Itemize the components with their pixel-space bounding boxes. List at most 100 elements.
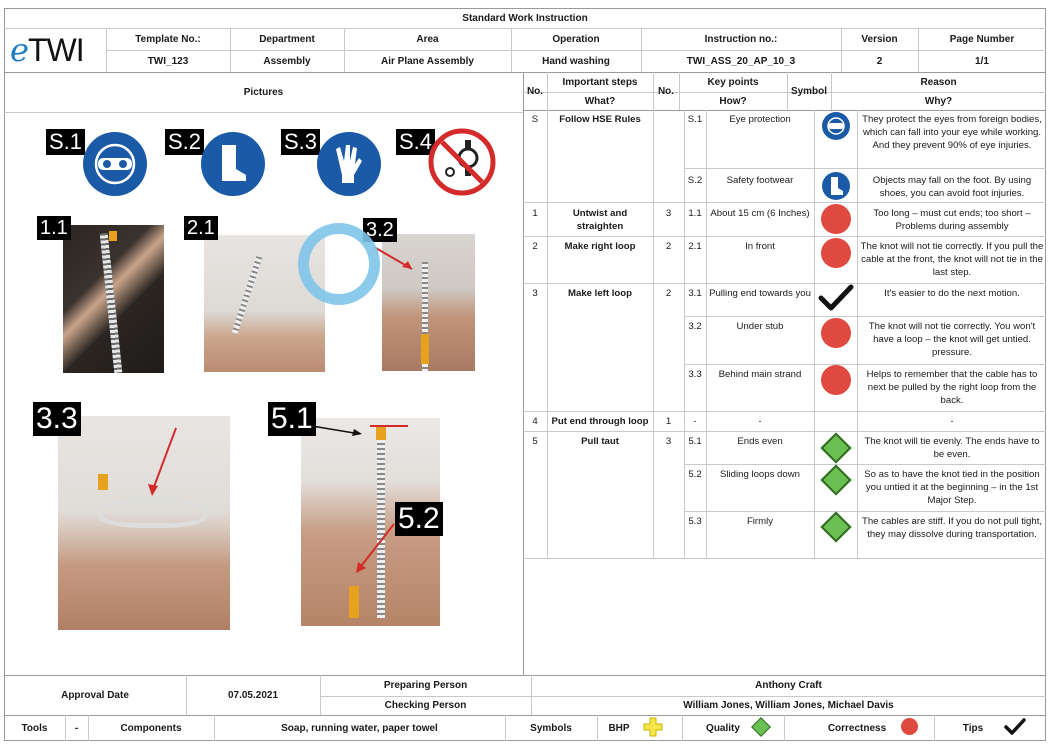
rope-end — [421, 334, 429, 364]
step-no: 1 — [532, 208, 538, 219]
step-no: 2 — [532, 241, 538, 252]
tips-label: Tips — [962, 722, 984, 734]
step-what: Put end through loop — [551, 416, 649, 427]
preparing-person-label: Preparing Person — [383, 680, 468, 691]
rope — [99, 232, 123, 373]
kp-how: Sliding loops down — [719, 469, 800, 480]
col-header-no2: No. — [657, 85, 675, 97]
step-count: 3 — [665, 208, 672, 219]
photo-tag: S.2 — [165, 129, 205, 155]
kp-how: Behind main strand — [718, 369, 802, 380]
divider — [706, 110, 707, 558]
step-what: Untwist and straighten — [572, 208, 628, 232]
operation-label: Operation — [552, 33, 600, 45]
kp-why: Objects may fall on the foot. By using s… — [872, 175, 1032, 199]
eye-protection-sign-icon — [83, 132, 147, 196]
page-number-label: Page Number — [949, 33, 1015, 45]
col-header-what: What? — [584, 95, 616, 107]
step-count: 1 — [665, 416, 672, 427]
arrow-icon — [311, 425, 408, 436]
instruction-no-value: TWI_ASS_20_AP_10_3 — [686, 55, 796, 67]
photo-tag: 5.2 — [395, 502, 443, 536]
safety-footwear-sign-icon — [201, 132, 265, 196]
kp-no: 1.1 — [688, 208, 702, 219]
kp-why: So as to have the knot tied in the posit… — [864, 469, 1040, 506]
kp-how: Safety footwear — [726, 175, 794, 186]
page-number-value: 1/1 — [975, 55, 989, 67]
components-value: Soap, running water, paper towel — [281, 722, 438, 734]
tips-checkmark-icon — [818, 284, 854, 311]
step-count: 2 — [665, 241, 672, 252]
kp-how: Firmly — [746, 516, 774, 527]
department-label: Department — [259, 33, 315, 45]
kp-why: The knot will tie evenly. The ends have … — [864, 436, 1040, 460]
correctness-icon — [821, 318, 851, 348]
step-what: Make left loop — [568, 288, 632, 299]
photo-tag: 3.3 — [33, 402, 81, 436]
tools-value: - — [74, 722, 79, 734]
step-count: 2 — [665, 288, 672, 299]
col-header-how: How? — [719, 95, 747, 107]
kp-why: Helps to remember that the cable has to … — [866, 369, 1038, 406]
divider — [814, 110, 815, 558]
rope-end — [349, 586, 359, 618]
photo-tag: 5.1 — [268, 402, 316, 436]
safety-gloves-sign-icon — [317, 132, 381, 196]
step-no: 5 — [532, 436, 538, 447]
photo-tag: 1.1 — [37, 216, 71, 240]
logo-twi: TWI — [27, 31, 85, 68]
instruction-no-label: Instruction no.: — [704, 33, 778, 45]
kp-how: In front — [745, 241, 775, 252]
checking-person-label: Checking Person — [384, 700, 467, 711]
correctness-icon — [821, 204, 851, 234]
kp-no: - — [693, 416, 697, 427]
divider — [679, 72, 680, 110]
kp-how: - — [758, 416, 762, 427]
col-header-symbol: Symbol — [790, 85, 828, 97]
kp-how: Eye protection — [729, 114, 791, 125]
photo-tag: S.1 — [46, 129, 86, 155]
divider — [784, 715, 785, 741]
kp-how: Pulling end towards you — [709, 288, 811, 299]
divider — [4, 112, 523, 113]
divider — [523, 236, 1046, 237]
kp-how: Under stub — [736, 321, 784, 332]
correctness-label: Correctness — [827, 722, 887, 734]
correctness-dot-icon — [901, 718, 918, 735]
divider — [653, 110, 654, 558]
divider — [684, 511, 1046, 512]
correctness-icon — [821, 365, 851, 395]
step-no: S — [531, 114, 539, 125]
etwi-logo: e TWI — [10, 28, 100, 72]
divider — [934, 715, 935, 741]
correctness-icon — [821, 238, 851, 268]
kp-why: They protect the eyes from foreign bodie… — [862, 114, 1042, 151]
rope-loop — [98, 498, 208, 528]
safety-footwear-icon — [822, 172, 850, 200]
template-no-value: TWI_123 — [147, 55, 189, 67]
divider — [684, 168, 1046, 169]
doc-title: Standard Work Instruction — [462, 12, 588, 24]
arrow-icon — [356, 523, 395, 573]
operation-value: Hand washing — [542, 55, 610, 67]
eye-protection-icon — [822, 112, 850, 140]
step-count: 3 — [665, 436, 672, 447]
col-header-important-steps: Important steps — [562, 76, 638, 88]
divider — [523, 431, 1046, 432]
rope-end — [109, 231, 117, 241]
department-value: Assembly — [263, 55, 311, 67]
kp-why: The knot will not tie correctly. If you … — [860, 241, 1044, 278]
col-header-why: Why? — [924, 95, 953, 107]
col-header-key-points: Key points — [707, 76, 759, 88]
symbols-label: Symbols — [530, 722, 572, 734]
kp-no: 3.2 — [688, 321, 702, 332]
kp-no: S.2 — [687, 175, 703, 186]
step-what: Make right loop — [564, 241, 636, 252]
checking-person-value: William Jones, William Jones, Michael Da… — [683, 700, 894, 711]
bhp-cross-icon — [643, 717, 663, 737]
col-header-no: No. — [526, 85, 544, 97]
arrow-icon — [148, 427, 177, 496]
divider — [857, 110, 858, 558]
kp-how: About 15 cm (6 Inches) — [710, 208, 810, 219]
kp-no: 2.1 — [688, 241, 702, 252]
